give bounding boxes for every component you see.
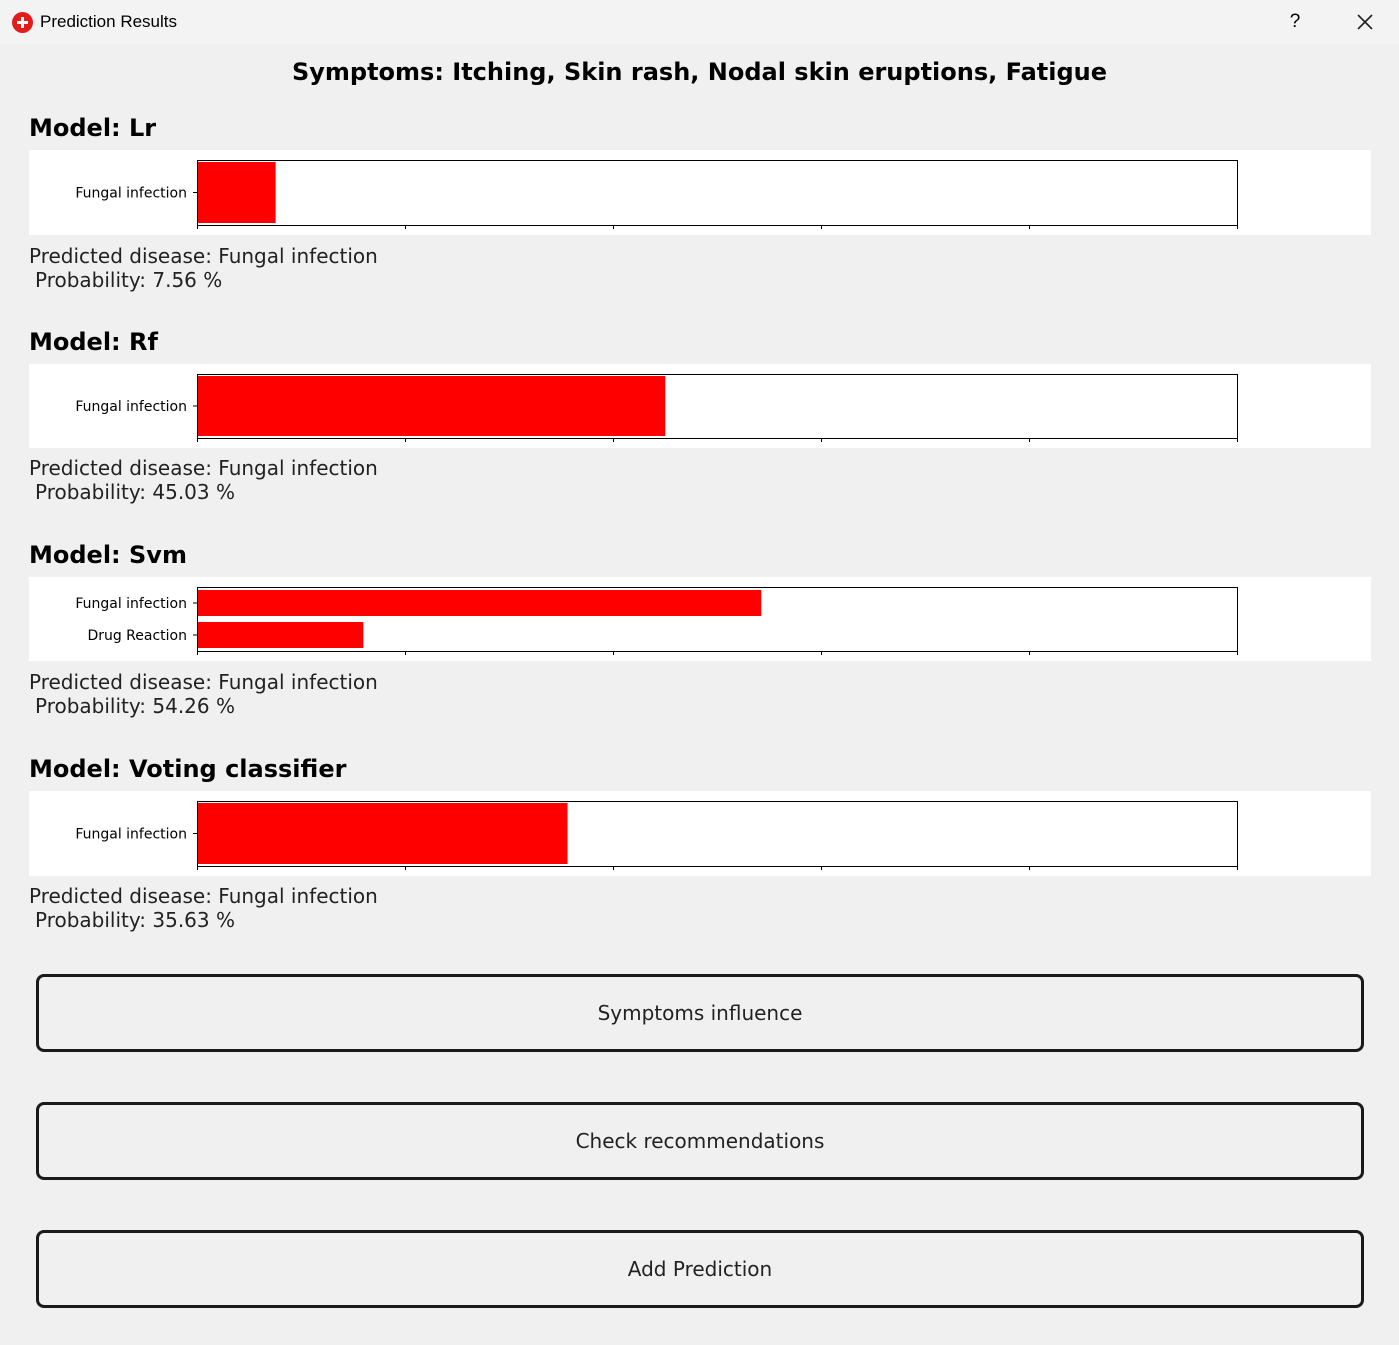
- predicted-disease-text: Predicted disease: Fungal infection: [29, 244, 378, 268]
- probability-chart: Fungal infection Drug Reaction: [29, 577, 1371, 661]
- help-button[interactable]: ?: [1280, 8, 1310, 36]
- model-title: Model: Voting classifier: [29, 755, 347, 783]
- model-title: Model: Svm: [29, 541, 187, 569]
- probability-text: Probability: 7.56 %: [35, 268, 223, 292]
- probability-text: Probability: 54.26 %: [35, 694, 235, 718]
- bar-fungal-infection: [197, 376, 666, 436]
- model-title: Model: Lr: [29, 114, 157, 142]
- model-section-voting: Model: Voting classifier Fungal infectio…: [29, 752, 1371, 932]
- chart-svg: Fungal infection: [75, 374, 1238, 442]
- probability-text: Probability: 35.63 %: [35, 908, 235, 932]
- predicted-disease-text: Predicted disease: Fungal infection: [29, 884, 378, 908]
- bar-fungal-infection: [197, 162, 276, 223]
- window-title: Prediction Results: [40, 12, 178, 31]
- add-prediction-button[interactable]: Add Prediction: [36, 1230, 1364, 1308]
- probability-chart: Fungal infection: [29, 150, 1371, 235]
- model-section-svm: Model: Svm Fungal infection Drug Reaction…: [29, 538, 1371, 718]
- red-cross-icon: [12, 12, 33, 33]
- probability-text: Probability: 45.03 %: [35, 480, 235, 504]
- y-tick-label: Drug Reaction: [87, 628, 187, 644]
- y-tick-label: Fungal infection: [75, 399, 187, 415]
- model-section-rf: Model: Rf Fungal infection Predicted dis…: [29, 325, 1371, 504]
- close-button[interactable]: [1350, 8, 1380, 36]
- model-section-lr: Model: Lr Fungal infection Predicted dis…: [29, 111, 1371, 292]
- title-bar: Prediction Results ?: [0, 0, 1399, 44]
- predicted-disease-text: Predicted disease: Fungal infection: [29, 670, 378, 694]
- chart-svg: Fungal infection Drug Reaction: [75, 587, 1238, 655]
- probability-chart: Fungal infection: [29, 364, 1371, 448]
- y-tick-label: Fungal infection: [75, 186, 187, 202]
- probability-chart: Fungal infection: [29, 791, 1371, 876]
- symptoms-heading: Symptoms: Itching, Skin rash, Nodal skin…: [291, 58, 1108, 86]
- y-tick-label: Fungal infection: [75, 827, 187, 843]
- symptoms-influence-button[interactable]: Symptoms influence: [36, 974, 1364, 1052]
- y-tick-label: Fungal infection: [75, 596, 187, 612]
- model-title: Model: Rf: [29, 328, 158, 356]
- bar-fungal-infection: [197, 803, 568, 864]
- chart-svg: Fungal infection: [75, 160, 1238, 229]
- bar-drug-reaction: [197, 622, 364, 648]
- predicted-disease-text: Predicted disease: Fungal infection: [29, 456, 378, 480]
- axes-frame: [197, 160, 1238, 226]
- check-recommendations-button[interactable]: Check recommendations: [36, 1102, 1364, 1180]
- close-icon: [1357, 14, 1373, 30]
- chart-svg: Fungal infection: [75, 801, 1238, 870]
- bar-fungal-infection: [197, 590, 762, 616]
